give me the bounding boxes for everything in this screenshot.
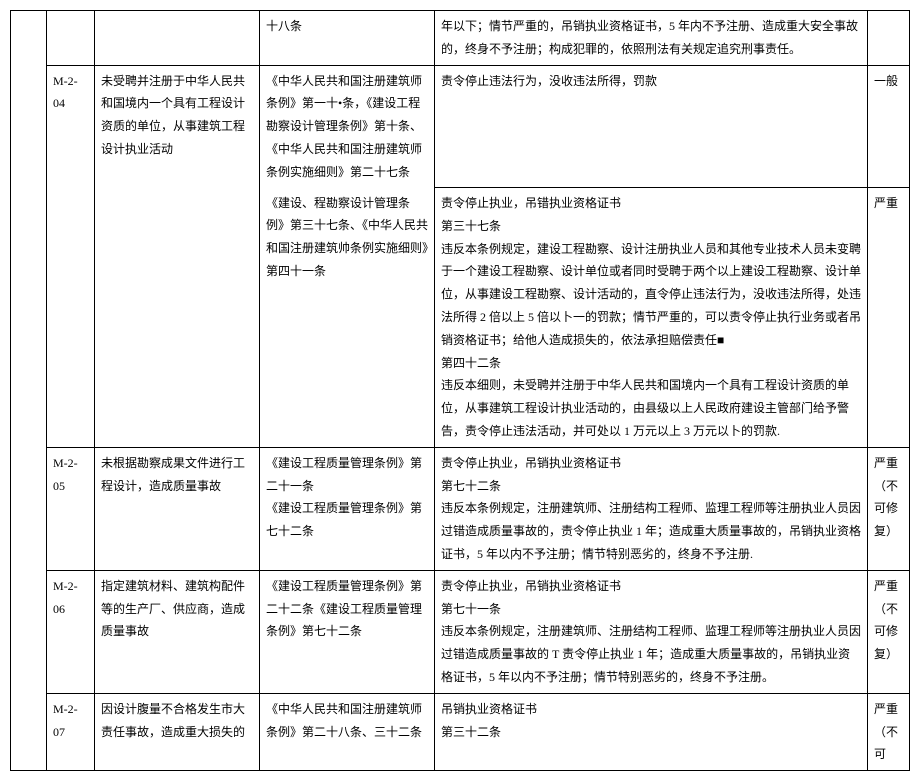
table-row: M-2-06 指定建筑材料、建筑构配件等的生产厂、供应商，造成质量事故 《建设工…	[11, 570, 910, 693]
cell-level: 严重（不可	[868, 693, 910, 770]
cell-desc: 因设计腹量不合格发生市大责任事故，造成重大损失的	[95, 693, 260, 770]
cell-penalty: 责令停止执业，吊销执业资格证书 第七十一条 违反本条例规定，注册建筑师、注册结构…	[435, 570, 868, 693]
cell-code	[47, 11, 95, 66]
cell-penalty: 吊销执业资格证书 第三十二条	[435, 693, 868, 770]
cell-level	[868, 11, 910, 66]
table-row: M-2-04 未受聘并注册于中华人民共和国境内一个具有工程设计资质的单位，从事建…	[11, 65, 910, 187]
cell-penalty: 责令停止执业，吊错执业资格证书 第三十七条 违反本条例规定，建设工程勘察、设计注…	[435, 188, 868, 448]
cell-basis: 《建设工程质量管理条例》第二十二条《建设工程质量管理条例》第七十二条	[260, 570, 435, 693]
table-row: M-2-07 因设计腹量不合格发生市大责任事故，造成重大损失的 《中华人民共和国…	[11, 693, 910, 770]
cell-basis: 十八条	[260, 11, 435, 66]
cell-penalty: 责令停止违法行为，没收违法所得，罚款	[435, 65, 868, 187]
cell-code: M-2-07	[47, 693, 95, 770]
cell-group-b	[29, 11, 47, 771]
cell-level: 严重	[868, 188, 910, 448]
cell-level: 一般	[868, 65, 910, 187]
cell-code: M-2-06	[47, 570, 95, 693]
cell-code: M-2-05	[47, 447, 95, 570]
cell-desc	[95, 11, 260, 66]
cell-basis: 《中华人民共和国注册建筑师条例》第一十•条，《建设工程勘察设计管理条例》第十条、…	[260, 65, 435, 187]
cell-penalty: 年以下；情节严重的，吊销执业资格证书，5 年内不予注册、造成重大安全事故的，终身…	[435, 11, 868, 66]
cell-code: M-2-04	[47, 65, 95, 447]
regulation-table: 十八条 年以下；情节严重的，吊销执业资格证书，5 年内不予注册、造成重大安全事故…	[10, 10, 910, 771]
cell-basis: 《建设工程质量管理条例》第二十一条 《建设工程质量管理条例》第七十二条	[260, 447, 435, 570]
cell-level: 严重（不可修复）	[868, 447, 910, 570]
cell-basis: 《建设、程勘察设计管理条例》第三十七条、《中华人民共和国注册建筑帅条例实施细则》…	[260, 188, 435, 448]
table-row: M-2-05 未根据勘察成果文件进行工程设计，造成质量事故 《建设工程质量管理条…	[11, 447, 910, 570]
cell-desc: 指定建筑材料、建筑构配件等的生产厂、供应商，造成质量事故	[95, 570, 260, 693]
cell-desc: 未受聘并注册于中华人民共和国境内一个具有工程设计资质的单位，从事建筑工程设计执业…	[95, 65, 260, 447]
cell-group-a	[11, 11, 29, 771]
cell-level: 严重（不可修复）	[868, 570, 910, 693]
cell-penalty: 责令停止执业，吊销执业资格证书 第七十二条 违反本条例规定，注册建筑师、注册结构…	[435, 447, 868, 570]
cell-basis: 《中华人民共和国注册建筑师条例》第二十八条、三十二条	[260, 693, 435, 770]
table-row: 十八条 年以下；情节严重的，吊销执业资格证书，5 年内不予注册、造成重大安全事故…	[11, 11, 910, 66]
cell-desc: 未根据勘察成果文件进行工程设计，造成质量事故	[95, 447, 260, 570]
